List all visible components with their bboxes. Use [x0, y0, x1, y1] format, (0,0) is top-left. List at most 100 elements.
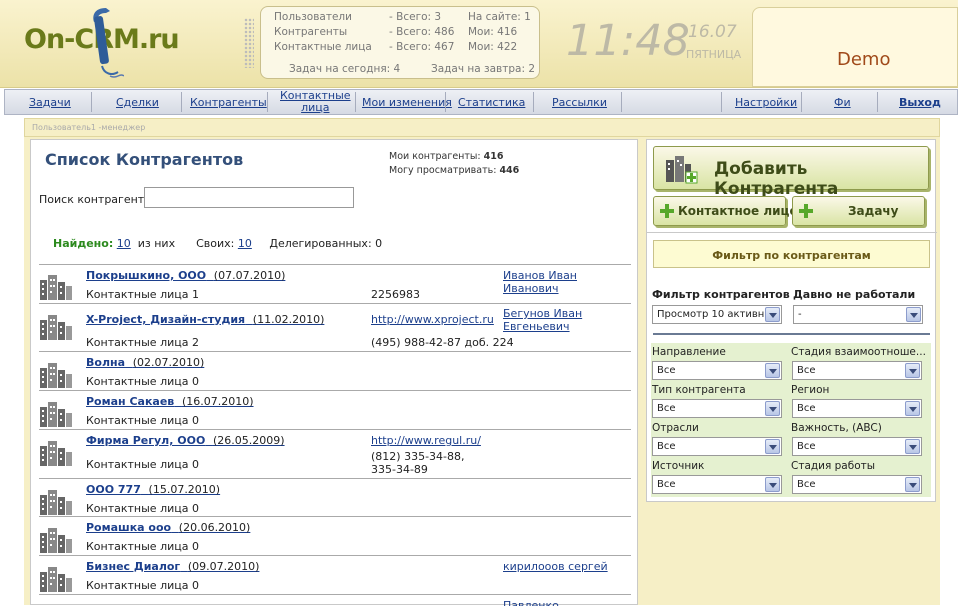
industry-label: Отрасли — [652, 422, 699, 434]
page-title: Список Контрагентов — [45, 150, 244, 169]
stat-tasks-today[interactable]: Задач на сегодня: 4 — [289, 63, 400, 75]
add-contractor-button[interactable]: Добавить Контрагента — [653, 146, 929, 199]
manager-link[interactable]: кирилооов сергей — [503, 560, 623, 573]
contacts-count: Контактные лица 0 — [86, 540, 199, 553]
nav-separator — [877, 92, 878, 112]
chevron-down-icon — [905, 363, 920, 378]
chevron-down-icon — [765, 401, 780, 416]
contractor-name-link[interactable]: Волна (02.07.2010) — [86, 356, 204, 369]
phone-icon — [93, 8, 124, 78]
search-input[interactable] — [144, 187, 354, 208]
contractor-name: Ромашка ооо — [86, 521, 172, 534]
filter-header: Фильтр по контрагентам — [653, 240, 930, 268]
contractor-row: ООО 777 (15.07.2010) Контактные лица 0 — [39, 478, 631, 516]
stat-contractors-total: - Всего: 486 — [389, 26, 455, 38]
contacts-count: Контактные лица 0 — [86, 375, 199, 388]
nav-separator — [721, 92, 722, 112]
nav-settings[interactable]: Настройки — [735, 96, 797, 109]
contractor-name: Роман Сакаев — [86, 395, 175, 408]
plus-icon — [799, 204, 813, 218]
contractor-name: Волна — [86, 356, 126, 369]
contractor-name-link[interactable]: X-Project, Дизайн-студия (11.02.2010) — [86, 313, 324, 326]
importance-label: Важность, (ABC) — [791, 422, 882, 434]
manager-link[interactable]: Иванов Иван Иванович — [503, 269, 623, 295]
source-select[interactable]: Все — [652, 475, 782, 494]
inactive-select[interactable]: - — [793, 305, 923, 324]
found-of: из них — [137, 237, 176, 250]
website-link[interactable]: http://www.regul.ru/ — [371, 434, 481, 447]
nav-my-changes[interactable]: Мои изменения — [362, 96, 452, 109]
delegated-count: Делегированных: 0 — [269, 237, 383, 250]
manager-link[interactable]: Бегунов Иван Евгеньевич — [503, 307, 623, 333]
own-count-link[interactable]: 10 — [238, 237, 252, 250]
add-task-button[interactable]: Задачу — [792, 196, 925, 226]
contractor-name-link[interactable]: ООО 777 (15.07.2010) — [86, 483, 220, 496]
chevron-down-icon — [906, 307, 921, 322]
nav-contractors[interactable]: Контрагенты — [190, 96, 267, 109]
relation-stage-value: Все — [797, 365, 816, 376]
can-view-label: Могу просматривать: — [389, 165, 497, 176]
contractor-name: X-Project, Дизайн-студия — [86, 313, 246, 326]
region-label: Регион — [791, 384, 830, 396]
nav-mailings[interactable]: Рассылки — [552, 96, 607, 109]
building-icon — [39, 489, 73, 515]
direction-select[interactable]: Все — [652, 361, 782, 380]
type-select[interactable]: Все — [652, 399, 782, 418]
phone-number: (495) 988-42-87 доб. 224 — [371, 336, 514, 349]
contractor-name: Бизнес Диалог — [86, 560, 181, 573]
contractor-name-link[interactable]: Роман Сакаев (16.07.2010) — [86, 395, 254, 408]
contractor-list-panel: Список Контрагентов Мои контрагенты: 416… — [30, 139, 638, 606]
industry-select[interactable]: Все — [652, 437, 782, 456]
stat-contacts-label: Контактные лица — [274, 41, 372, 53]
stat-tasks-tomorrow[interactable]: Задач на завтра: 2 — [431, 63, 535, 75]
filter-divider — [653, 333, 930, 335]
contractor-name-link[interactable]: Ромашка ооо (20.06.2010) — [86, 521, 250, 534]
region-select[interactable]: Все — [792, 399, 922, 418]
contractor-name-link[interactable]: Фирма Регул, ООО (26.05.2009) — [86, 434, 285, 447]
stat-users-online: На сайте: 1 — [468, 11, 531, 23]
phone-number: 2256983 — [371, 288, 420, 301]
inactive-label: Давно не работали — [793, 288, 916, 301]
importance-select[interactable]: Все — [792, 437, 922, 456]
found-count-link[interactable]: 10 — [117, 237, 131, 250]
contractor-name-link[interactable]: Бизнес Диалог (09.07.2010) — [86, 560, 259, 573]
nav-statistics[interactable]: Статистика — [458, 96, 525, 109]
region-value: Все — [797, 403, 816, 414]
relation-stage-select[interactable]: Все — [792, 361, 922, 380]
type-label: Тип контрагента — [652, 384, 746, 396]
work-stage-select[interactable]: Все — [792, 475, 922, 494]
nav-logout[interactable]: Выход — [899, 96, 941, 109]
filter-panel: Добавить Контрагента Контактное лицо Зад… — [646, 139, 937, 502]
nav-deals[interactable]: Сделки — [116, 96, 159, 109]
nav-separator — [621, 92, 622, 112]
contacts-count: Контактные лица 1 — [86, 288, 199, 301]
contractors-filter-select[interactable]: Просмотр 10 активных — [652, 305, 782, 324]
add-contact-button[interactable]: Контактное лицо — [653, 196, 798, 226]
contractor-name-link[interactable]: Покрышкино, ООО (07.07.2010) — [86, 269, 285, 282]
chevron-down-icon — [765, 307, 780, 322]
contractor-row: Фирма Регул, ООО (26.05.2009) Контактные … — [39, 429, 631, 478]
building-icon — [39, 274, 73, 300]
contractor-row: Роман Сакаев (16.07.2010) Контактные лица… — [39, 390, 631, 429]
contractor-date: (16.07.2010) — [181, 395, 254, 408]
stat-contractors-mine: Мои: 416 — [468, 26, 518, 38]
own-label: Своих: — [196, 237, 235, 250]
nav-separator — [533, 92, 534, 112]
contractor-name: Фирма Регул, ООО — [86, 434, 206, 447]
chevron-down-icon — [905, 401, 920, 416]
chevron-down-icon — [905, 477, 920, 492]
contractor-row: X-Project, Дизайн-студия (11.02.2010) Кон… — [39, 303, 631, 351]
nav-contacts[interactable]: Контактные лица — [280, 90, 351, 114]
contractor-date: (26.05.2009) — [212, 434, 285, 447]
website-link[interactable]: http://www.xproject.ru — [371, 313, 494, 326]
nav-fi[interactable]: Фи — [834, 96, 851, 109]
account-name[interactable]: Demo — [837, 49, 890, 70]
contractor-row: Покрышкино, ООО (07.07.2010) Контактные л… — [39, 264, 631, 301]
contractors-filter-value: Просмотр 10 активных — [657, 309, 779, 320]
chevron-down-icon — [765, 439, 780, 454]
plus-icon — [660, 204, 674, 218]
contractor-row: Бизнес Диалог (09.07.2010) Контактные лиц… — [39, 555, 631, 594]
nav-tasks[interactable]: Задачи — [29, 96, 71, 109]
industry-value: Все — [657, 441, 676, 452]
main-nav: Задачи Сделки Контрагенты Контактные лица… — [4, 89, 958, 115]
